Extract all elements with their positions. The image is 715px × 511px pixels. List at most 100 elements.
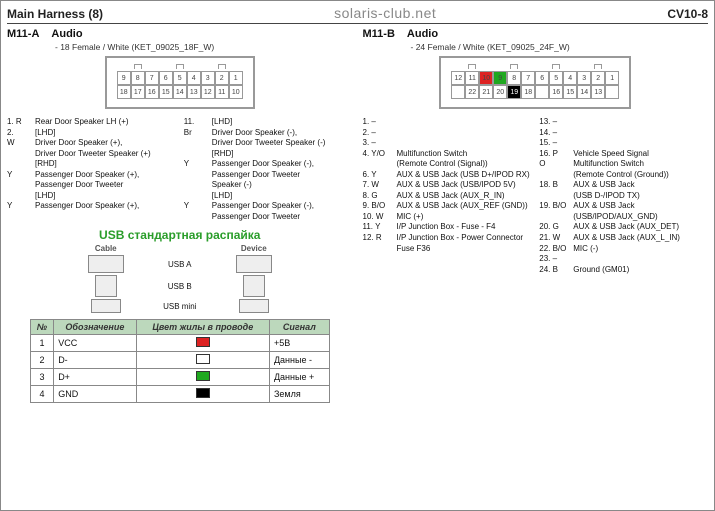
usb-b-device-icon: [243, 275, 265, 297]
pin-description: Driver Door Speaker (+),: [35, 138, 176, 149]
pin-description: [LHD]: [212, 191, 353, 202]
pin-description: (USB/IPOD/AUX_GND): [573, 212, 708, 223]
pin-row: Speaker (-): [184, 180, 353, 191]
connector-pin: 21: [479, 85, 493, 99]
connector-pin: 20: [493, 85, 507, 99]
table-row: 1VCC+5В: [30, 335, 329, 352]
pin-number: 11. Y: [363, 222, 397, 233]
pin-number: O: [539, 159, 573, 170]
table-cell: D-: [54, 352, 136, 369]
header-left: Main Harness (8): [7, 7, 103, 21]
pin-number: [184, 212, 212, 223]
pin-number: [7, 180, 35, 191]
usb-connector-chart: Cable Device USB A USB B USB mini: [7, 244, 353, 313]
pin-number: 2. –: [363, 128, 397, 139]
pin-description: I/P Junction Box - Fuse - F4: [397, 222, 532, 233]
pin-row: YPassenger Door Speaker (+),: [7, 201, 176, 212]
pin-row: [LHD]: [7, 191, 176, 202]
connector-pin: 9: [117, 71, 131, 85]
pin-number: [363, 159, 397, 170]
diagram-frame: Main Harness (8) solaris-club.net CV10-8…: [0, 0, 715, 511]
pin-description: MIC (+): [397, 212, 532, 223]
pin-description: Fuse F36: [397, 244, 532, 255]
pin-row: 1. RRear Door Speaker LH (+): [7, 117, 176, 128]
table-cell: Данные +: [269, 369, 329, 386]
usb-mini-label: USB mini: [150, 302, 210, 311]
pin-description: [573, 117, 708, 128]
pin-number: 24. B: [539, 265, 573, 276]
usb-mini-device-icon: [239, 299, 269, 313]
part-number-a: - 18 Female / White (KET_09025_18F_W): [55, 42, 353, 52]
pin-row: 11.[LHD]: [184, 117, 353, 128]
connector-pin: 12: [201, 85, 215, 99]
pin-number: 8. G: [363, 191, 397, 202]
connector-pin: 6: [159, 71, 173, 85]
pin-number: [184, 180, 212, 191]
usb-mini-cable-icon: [91, 299, 121, 313]
pin-description: I/P Junction Box - Power Connector: [397, 233, 532, 244]
pin-row: Driver Door Tweeter Speaker (-): [184, 138, 353, 149]
pin-description: Driver Door Tweeter Speaker (-): [212, 138, 353, 149]
connector-pin: 1: [605, 71, 619, 85]
pin-number: [7, 191, 35, 202]
usb-table-header: №: [30, 320, 53, 335]
usb-pinout-table: №ОбозначениеЦвет жилы в проводеСигнал 1V…: [30, 319, 330, 403]
pin-row: OMultifunction Switch: [539, 159, 708, 170]
connector-pin: 13: [187, 85, 201, 99]
pin-number: Y: [7, 201, 35, 212]
pin-row: Driver Door Tweeter Speaker (+): [7, 149, 176, 160]
pin-description: (USB D-/IPOD TX): [573, 191, 708, 202]
pin-row: 16. PVehicle Speed Signal: [539, 149, 708, 160]
pin-description: Passenger Door Tweeter: [212, 170, 353, 181]
table-cell: D+: [54, 369, 136, 386]
connector-pin: 1: [229, 71, 243, 85]
connector-pin: 4: [563, 71, 577, 85]
pin-description: AUX & USB Jack (AUX_REF (GND)): [397, 201, 532, 212]
pin-number: [7, 159, 35, 170]
pin-row: 8. GAUX & USB Jack (AUX_R_IN): [363, 191, 532, 202]
pin-row: 22. B/OMIC (-): [539, 244, 708, 255]
header-watermark: solaris-club.net: [103, 5, 667, 21]
pin-number: Y: [184, 159, 212, 170]
pin-number: [184, 191, 212, 202]
pin-row: 18. BAUX & USB Jack: [539, 180, 708, 191]
table-cell: GND: [54, 386, 136, 403]
pin-row: 14. –: [539, 128, 708, 139]
pin-row: YPassenger Door Speaker (-),: [184, 159, 353, 170]
connector-pin: 2: [215, 71, 229, 85]
wire-color-swatch: [196, 337, 210, 347]
connector-pin: 11: [465, 71, 479, 85]
connector-pin: 16: [145, 85, 159, 99]
pin-row: 1. –: [363, 117, 532, 128]
pin-number: [539, 191, 573, 202]
pin-number: 15. –: [539, 138, 573, 149]
pin-row: Passenger Door Tweeter: [7, 180, 176, 191]
pin-row: [LHD]: [184, 191, 353, 202]
usb-col-cable: Cable: [76, 244, 136, 253]
pin-description: AUX & USB Jack (AUX_L_IN): [573, 233, 708, 244]
table-row: 2D-Данные -: [30, 352, 329, 369]
table-cell: VCC: [54, 335, 136, 352]
connector-pin: 7: [145, 71, 159, 85]
pin-row: 20. GAUX & USB Jack (AUX_DET): [539, 222, 708, 233]
connector-pin: 15: [159, 85, 173, 99]
pin-row: 2. –: [363, 128, 532, 139]
pin-description: [397, 138, 532, 149]
connector-pin: 8: [131, 71, 145, 85]
pin-number: 6. Y: [363, 170, 397, 181]
connector-pin: 3: [201, 71, 215, 85]
usb-col-device: Device: [224, 244, 284, 253]
pin-row: 19. B/OAUX & USB Jack: [539, 201, 708, 212]
pin-number: 20. G: [539, 222, 573, 233]
pin-description: (Remote Control (Signal)): [397, 159, 532, 170]
connector-a-diagram: 987654321 181716151413121110: [7, 56, 353, 109]
connector-pin: 2: [591, 71, 605, 85]
pin-row: 3. –: [363, 138, 532, 149]
pin-description: [573, 254, 708, 265]
pinout-list-b: 1. –2. –3. –4. Y/OMultifunction Switch(R…: [363, 117, 709, 275]
pin-description: Passenger Door Tweeter: [212, 212, 353, 223]
table-cell: 1: [30, 335, 53, 352]
pin-description: [573, 128, 708, 139]
usb-table-header: Обозначение: [54, 320, 136, 335]
table-cell: 4: [30, 386, 53, 403]
